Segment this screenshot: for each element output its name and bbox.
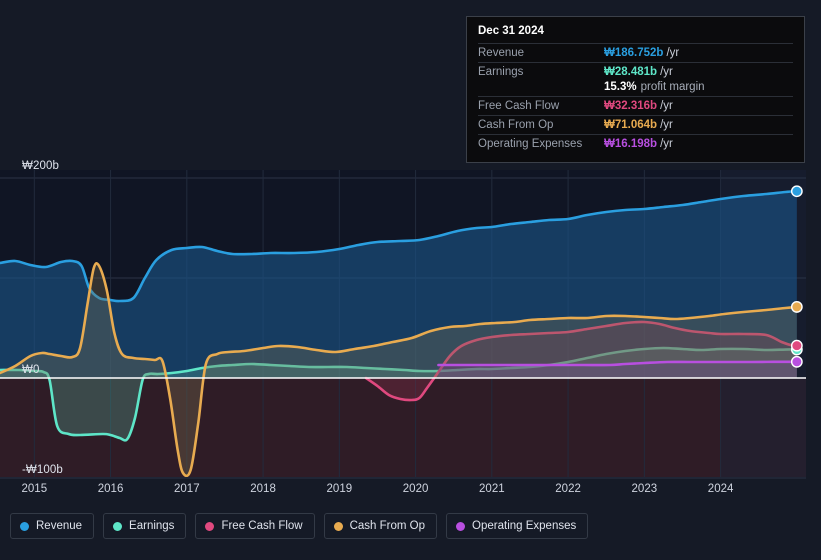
legend-item-revenue[interactable]: Revenue [10, 513, 95, 539]
tooltip-row-unit: /yr [660, 119, 673, 131]
tooltip-row-earnings: Earnings ₩28.481b/yr [478, 62, 793, 81]
legend-item-label: Earnings [129, 520, 175, 532]
tooltip-row-value: ₩16.198b [604, 138, 658, 150]
x-axis-tick-label: 2015 [21, 483, 48, 495]
legend-item-label: Free Cash Flow [221, 520, 303, 532]
tooltip-rows: Revenue ₩186.752b/yr Earnings ₩28.481b/yr 15… [478, 43, 793, 153]
legend-color-dot-icon [20, 521, 29, 531]
tooltip-row-unit: /yr [660, 138, 673, 150]
tooltip-row-unit: /yr [666, 47, 680, 59]
data-tooltip: Dec 31 2024 Revenue ₩186.752b/yr Earnings ₩… [466, 16, 805, 163]
series-end-marker [790, 185, 803, 198]
legend-color-dot-icon [333, 521, 343, 531]
tooltip-row-label: Operating Expenses [478, 138, 583, 150]
tooltip-row-value: ₩71.064b [604, 119, 658, 131]
legend-item-label: Cash From Op [349, 520, 426, 532]
legend-item-earnings[interactable]: Earnings [103, 513, 187, 539]
x-axis-tick-label: 2024 [707, 483, 734, 495]
tooltip-row-value: ₩32.316b [604, 100, 658, 112]
tooltip-row-operating-expenses: Operating Expenses ₩16.198b/yr [478, 134, 793, 153]
legend-color-dot-icon [205, 521, 215, 531]
y-axis-label-200b: ₩200b [22, 160, 59, 172]
tooltip-row-label: Earnings [478, 66, 524, 78]
tooltip-row-value: ₩186.752b [604, 47, 664, 59]
legend-color-dot-icon [113, 521, 123, 531]
tooltip-row-value: ₩28.481b [604, 66, 658, 78]
tooltip-date: Dec 31 2024 [478, 25, 544, 37]
y-axis-label-0: ₩0 [22, 364, 40, 376]
tooltip-row-profit-margin: 15.3% profit margin [478, 81, 793, 96]
x-axis-tick-label: 2021 [479, 483, 505, 495]
tooltip-margin-text: profit margin [640, 81, 705, 93]
series-end-marker [790, 339, 803, 352]
x-axis-tick-label: 2019 [326, 483, 353, 495]
tooltip-row-unit: /yr [660, 100, 673, 112]
x-axis-tick-label: 2016 [97, 483, 124, 495]
chart-legend[interactable]: Revenue Earnings Free Cash Flow Cash From O… [10, 513, 589, 539]
tooltip-row-free-cash-flow: Free Cash Flow ₩32.316b/yr [478, 96, 793, 115]
x-axis-tick-label: 2022 [555, 483, 581, 495]
x-axis-tick-label: 2017 [174, 483, 200, 495]
x-axis-tick-label: 2023 [631, 483, 658, 495]
legend-item-free-cash-flow[interactable]: Free Cash Flow [195, 513, 315, 539]
series-end-marker [790, 355, 803, 368]
tooltip-row-cash-from-op: Cash From Op ₩71.064b/yr [478, 115, 793, 134]
legend-item-label: Revenue [36, 520, 83, 532]
legend-item-operating-expenses[interactable]: Operating Expenses [446, 513, 589, 539]
tooltip-row-label: Cash From Op [478, 119, 554, 131]
tooltip-row-revenue: Revenue ₩186.752b/yr [478, 43, 793, 62]
tooltip-margin-value: 15.3% [604, 81, 637, 93]
tooltip-row-unit: /yr [660, 66, 673, 78]
chart-page: ₩200b ₩0 -₩100b 2015 2016 2017 2018 2019 2020… [0, 0, 821, 560]
tooltip-row-label: Revenue [478, 47, 525, 59]
legend-color-dot-icon [456, 521, 466, 531]
legend-item-label: Operating Expenses [472, 520, 577, 532]
x-axis-tick-label: 2018 [250, 483, 276, 495]
series-end-marker [790, 301, 803, 313]
tooltip-row-label: Free Cash Flow [478, 100, 560, 112]
legend-item-cash-from-op[interactable]: Cash From Op [323, 513, 438, 539]
x-axis-tick-label: 2020 [402, 483, 429, 495]
y-axis-label-neg100b: -₩100b [22, 464, 63, 476]
